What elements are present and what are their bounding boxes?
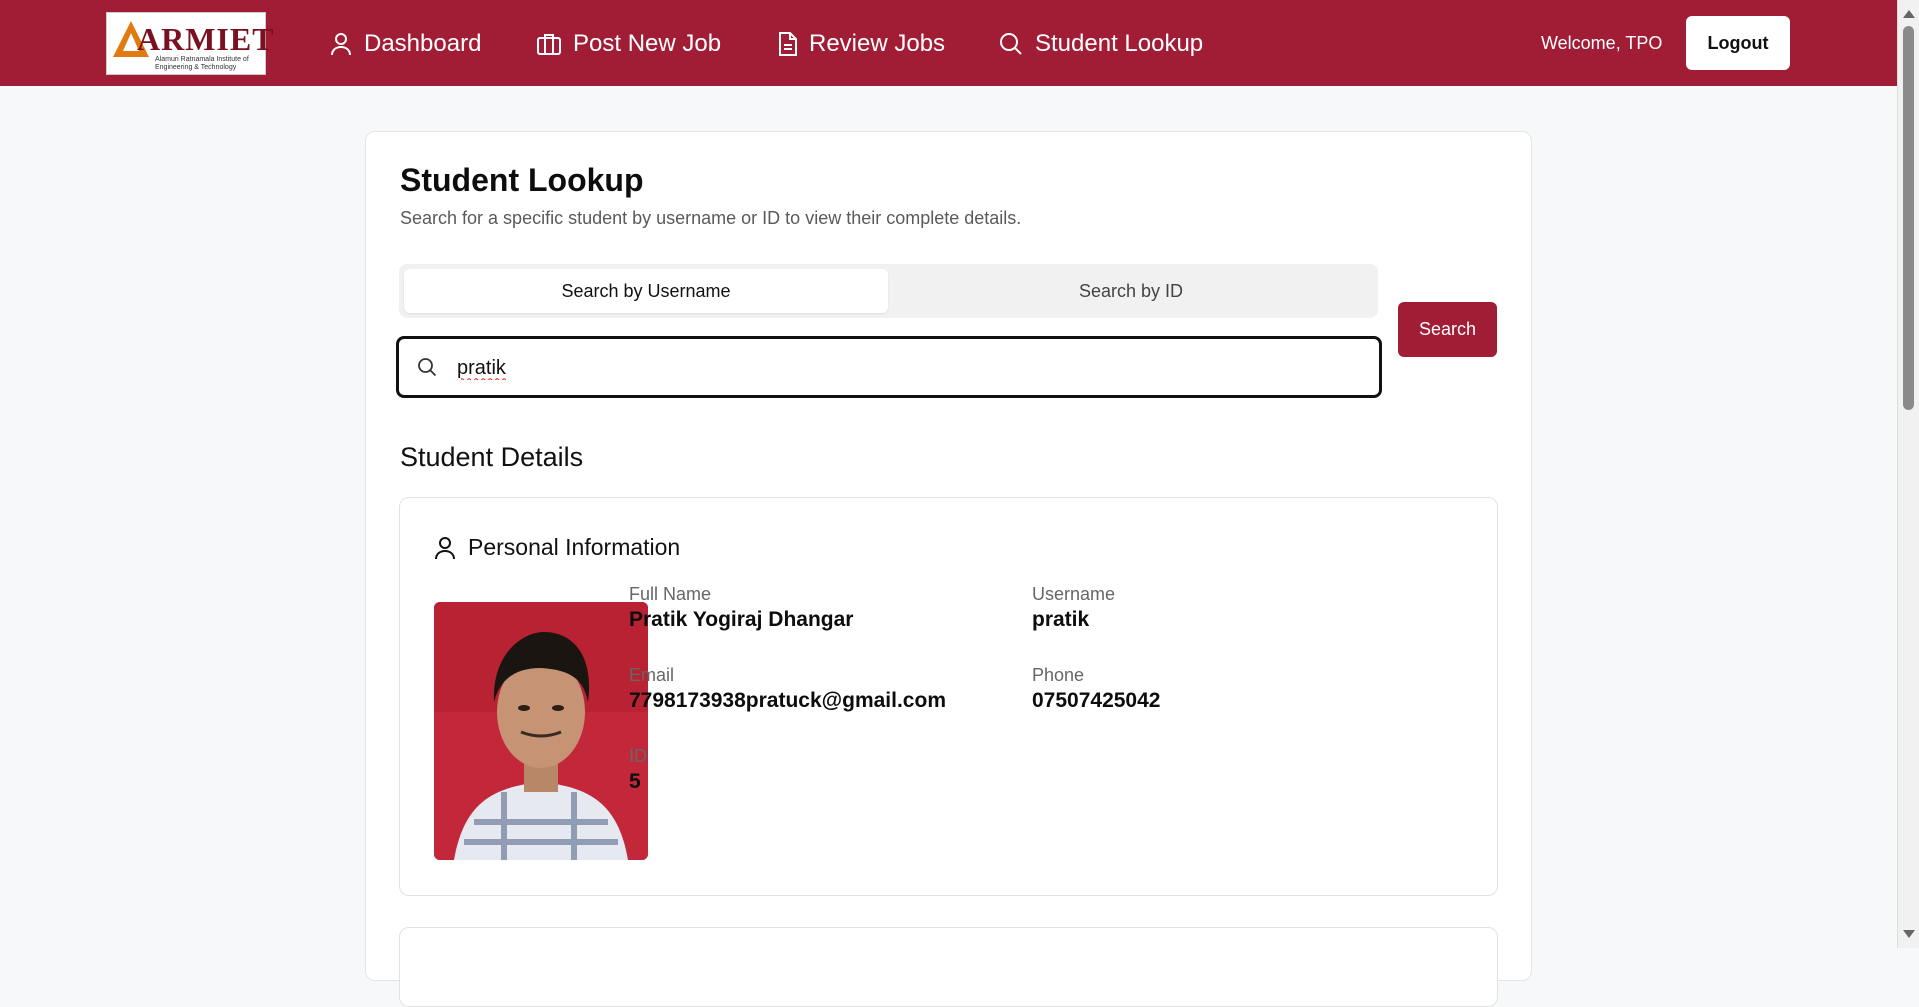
phone-label: Phone xyxy=(1032,665,1085,685)
document-icon xyxy=(779,32,797,56)
search-icon xyxy=(1000,33,1022,55)
logo-subtext: Alamuri Ratnamala Institute of Engineeri… xyxy=(155,56,249,71)
nav-dashboard[interactable]: Dashboard xyxy=(330,28,481,60)
user-icon xyxy=(331,33,351,56)
email-value: 7798173938pratuck@gmail.com xyxy=(629,689,946,712)
full-name-label: Full Name xyxy=(629,584,712,604)
top-navbar: ARMIET Alamuri Ratnamala Institute of En… xyxy=(0,0,1897,86)
nav-post-new-job-label: Post New Job xyxy=(573,30,722,57)
personal-information-card: Personal Information Full Name Pratik Yo… xyxy=(399,497,1498,896)
personal-information-header: Personal Information xyxy=(434,534,680,561)
nav-student-lookup-label: Student Lookup xyxy=(1035,30,1204,57)
search-button[interactable]: Search xyxy=(1398,302,1497,357)
user-icon xyxy=(435,536,455,559)
search-input[interactable] xyxy=(455,351,1359,385)
nav-review-jobs-label: Review Jobs xyxy=(809,30,946,57)
search-field[interactable] xyxy=(396,336,1382,398)
student-photo xyxy=(434,602,648,860)
scrollbar-thumb[interactable] xyxy=(1903,26,1914,410)
full-name-value: Pratik Yogiraj Dhangar xyxy=(629,608,854,631)
student-lookup-card: Student Lookup Search for a specific stu… xyxy=(365,131,1532,1007)
scroll-up-arrow-icon[interactable] xyxy=(1903,10,1915,18)
briefcase-icon xyxy=(537,34,561,55)
nav-review-jobs[interactable]: Review Jobs xyxy=(777,28,945,60)
email-label: Email xyxy=(629,665,675,685)
armiet-logo[interactable]: ARMIET Alamuri Ratnamala Institute of En… xyxy=(106,12,274,75)
phone-value: 07507425042 xyxy=(1032,689,1161,712)
nav-dashboard-label: Dashboard xyxy=(364,30,482,57)
nav-student-lookup[interactable]: Student Lookup xyxy=(999,28,1203,60)
username-label: Username xyxy=(1032,584,1116,604)
personal-information-title: Personal Information xyxy=(468,534,681,560)
student-details-heading: Student Details xyxy=(400,442,584,472)
nav-post-new-job[interactable]: Post New Job xyxy=(537,28,721,60)
search-mode-tabs: Search by Username Search by ID xyxy=(399,264,1378,318)
tab-search-by-username[interactable]: Search by Username xyxy=(404,269,888,313)
logo-text: ARMIET xyxy=(137,21,275,57)
scroll-down-arrow-icon[interactable] xyxy=(1903,930,1915,938)
id-label: ID xyxy=(629,746,647,766)
welcome-text: Welcome, TPO xyxy=(1541,33,1663,53)
tab-search-by-id[interactable]: Search by ID xyxy=(889,269,1373,313)
logout-button[interactable]: Logout xyxy=(1686,16,1790,70)
id-value: 5 xyxy=(629,770,641,793)
search-icon xyxy=(418,358,437,377)
page-description: Search for a specific student by usernam… xyxy=(400,208,1022,228)
page-title: Student Lookup xyxy=(400,162,644,198)
page-scrollbar[interactable] xyxy=(1897,0,1919,948)
next-details-card xyxy=(399,927,1498,1007)
username-value: pratik xyxy=(1032,608,1090,631)
